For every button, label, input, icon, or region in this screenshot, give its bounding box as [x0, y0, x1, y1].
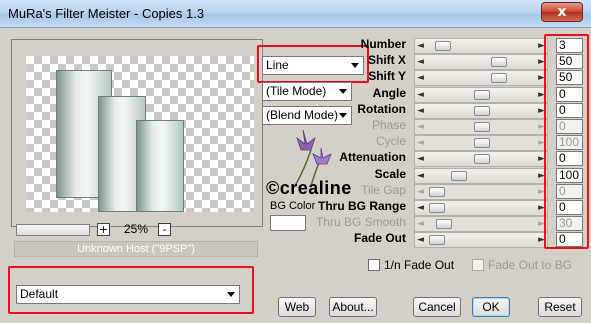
preset-dropdown[interactable]: Default [16, 285, 240, 304]
checkbox-box[interactable] [472, 259, 484, 271]
param-slider[interactable]: ◄ ► [414, 168, 548, 184]
dialog-body: + 25% - Unknown Host ("9PSP") Default Li… [0, 28, 591, 323]
slider-thumb[interactable] [434, 41, 451, 51]
arrow-left-icon[interactable]: ◄ [417, 138, 424, 148]
preview-canvas[interactable] [26, 56, 254, 212]
plus-icon: + [98, 223, 109, 236]
close-button[interactable]: x [541, 2, 583, 22]
param-label: Fade Out [353, 231, 406, 245]
param-label: Shift Y [368, 69, 406, 83]
about-button[interactable]: About... [329, 297, 377, 317]
arrow-left-icon[interactable]: ◄ [417, 73, 424, 83]
param-slider[interactable]: ◄ ► [414, 184, 548, 200]
checkbox-label: 1/n Fade Out [384, 258, 455, 272]
fade-out-to-bg-checkbox[interactable]: Fade Out to BG [472, 258, 572, 272]
param-label: Rotation [357, 102, 406, 116]
param-slider[interactable]: ◄ ► [414, 87, 548, 103]
slider-thumb[interactable] [474, 106, 490, 116]
param-slider[interactable]: ◄ ► [414, 38, 548, 54]
checkbox-box[interactable] [368, 259, 380, 271]
one-n-fade-out-checkbox[interactable]: 1/n Fade Out [368, 258, 454, 272]
arrow-left-icon[interactable]: ◄ [417, 171, 424, 181]
param-slider[interactable]: ◄ ► [414, 119, 548, 135]
slider-thumb[interactable] [490, 73, 507, 83]
arrow-left-icon[interactable]: ◄ [417, 41, 424, 51]
cancel-button-label: Cancel [418, 300, 456, 314]
slider-thumb[interactable] [474, 122, 490, 132]
reset-button-label: Reset [544, 300, 576, 314]
values-highlight [544, 34, 589, 249]
web-button-label: Web [284, 300, 310, 314]
host-info: Unknown Host ("9PSP") [14, 241, 258, 257]
param-label: Shift X [368, 53, 406, 67]
param-slider[interactable]: ◄ ► [414, 54, 548, 70]
ok-button-label: OK [482, 300, 500, 314]
param-slider[interactable]: ◄ ► [414, 135, 548, 151]
ok-button[interactable]: OK [472, 297, 510, 317]
param-slider[interactable]: ◄ ► [414, 216, 548, 232]
param-label: Scale [374, 167, 406, 181]
param-label: Thru BG Smooth [315, 215, 406, 229]
slider-thumb[interactable] [490, 57, 507, 67]
slider-thumb[interactable] [428, 187, 445, 197]
cancel-button[interactable]: Cancel [413, 297, 461, 317]
param-label: Attenuation [339, 150, 406, 164]
slider-thumb[interactable] [428, 235, 445, 245]
minus-icon: - [162, 223, 167, 236]
param-label: Phase [371, 118, 406, 132]
arrow-left-icon[interactable]: ◄ [417, 57, 424, 67]
slider-thumb[interactable] [474, 138, 490, 148]
arrow-left-icon[interactable]: ◄ [417, 187, 424, 197]
arrow-left-icon[interactable]: ◄ [417, 122, 424, 132]
param-label: Angle [372, 86, 406, 100]
preview-copy-3 [136, 120, 184, 212]
param-slider[interactable]: ◄ ► [414, 103, 548, 119]
arrow-left-icon[interactable]: ◄ [417, 219, 424, 229]
slider-thumb[interactable] [436, 219, 453, 229]
preset-value: Default [20, 287, 59, 301]
reset-button[interactable]: Reset [538, 297, 582, 317]
zoom-slider[interactable] [16, 224, 90, 236]
slider-thumb[interactable] [428, 203, 445, 213]
param-slider[interactable]: ◄ ► [414, 151, 548, 167]
slider-thumb[interactable] [474, 90, 490, 100]
filter-dialog: MuRa's Filter Meister - Copies 1.3 x + 2… [0, 0, 591, 323]
arrow-left-icon[interactable]: ◄ [417, 106, 424, 116]
window-title: MuRa's Filter Meister - Copies 1.3 [8, 6, 205, 21]
param-label: Thru BG Range [317, 199, 406, 213]
param-label: Number [360, 37, 406, 51]
close-icon: x [557, 4, 567, 20]
zoom-in-button[interactable]: + [97, 223, 110, 236]
slider-thumb[interactable] [450, 171, 467, 181]
preview-frame [11, 39, 263, 227]
arrow-left-icon[interactable]: ◄ [417, 235, 424, 245]
chevron-down-icon [227, 292, 235, 297]
title-bar: MuRa's Filter Meister - Copies 1.3 x [0, 0, 591, 28]
param-slider[interactable]: ◄ ► [414, 70, 548, 86]
slider-thumb[interactable] [474, 154, 490, 164]
web-button[interactable]: Web [278, 297, 316, 317]
param-label: Cycle [375, 134, 406, 148]
arrow-left-icon[interactable]: ◄ [417, 154, 424, 164]
zoom-value: 25% [124, 222, 149, 236]
param-label: Tile Gap [361, 183, 406, 197]
checkbox-label: Fade Out to BG [488, 258, 573, 272]
param-slider[interactable]: ◄ ► [414, 200, 548, 216]
zoom-out-button[interactable]: - [158, 223, 171, 236]
mode-value: Line [266, 58, 289, 72]
arrow-left-icon[interactable]: ◄ [417, 90, 424, 100]
arrow-left-icon[interactable]: ◄ [417, 203, 424, 213]
about-button-label: About... [332, 300, 374, 314]
param-slider[interactable]: ◄ ► [414, 232, 548, 248]
